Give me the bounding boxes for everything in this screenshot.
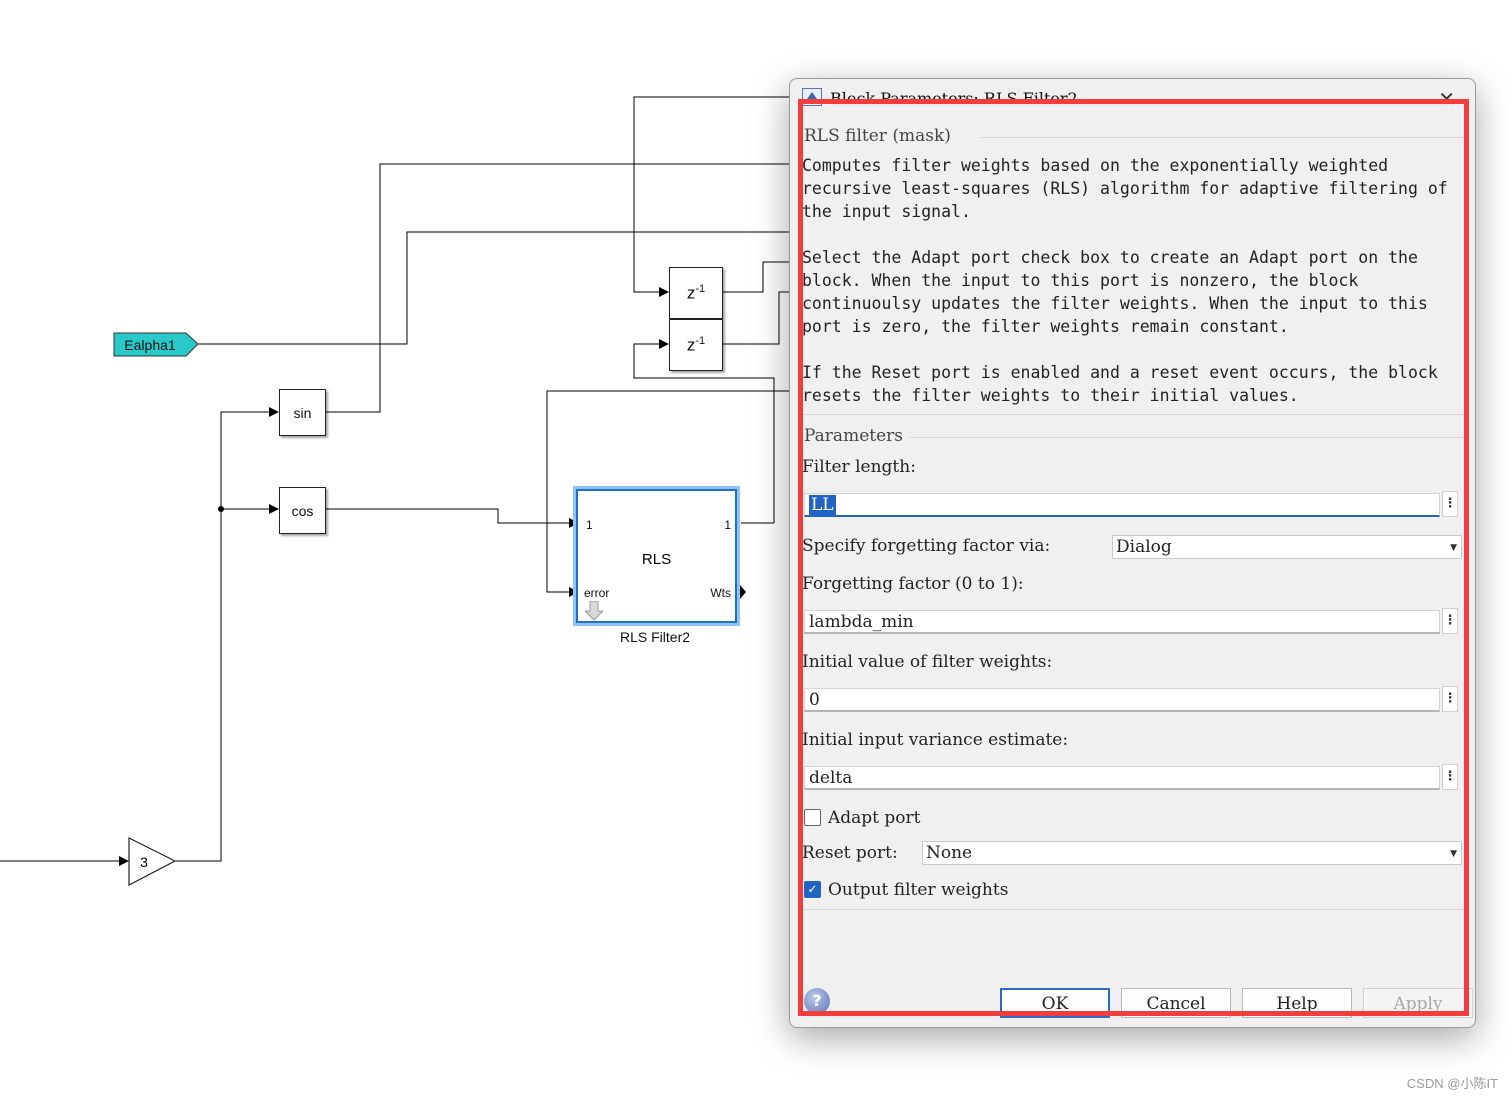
unit-delay-block-2[interactable]: z-1 [669,319,723,371]
forgetting-factor-input[interactable]: lambda_min [804,610,1440,634]
help-button[interactable]: Help [1242,988,1352,1018]
forgetting-via-dropdown[interactable]: Dialog ▼ [1112,535,1462,559]
divider [910,437,1465,438]
filter-length-label: Filter length: [802,457,916,477]
parameters-section-header: Parameters [804,426,903,446]
rls-input-1-label: 1 [586,518,593,532]
cancel-button[interactable]: Cancel [1121,988,1231,1018]
initial-variance-more-icon[interactable]: ⋮ [1442,764,1458,790]
chevron-down-icon: ▼ [1450,543,1457,553]
rls-block-name: RLS [641,551,672,568]
initial-variance-label: Initial input variance estimate: [802,730,1069,750]
gain-block-value[interactable]: 3 [131,850,157,874]
dialog-title: Block Parameters: RLS Filter2 [830,89,1078,108]
watermark: CSDN @小陈IT [1406,1076,1498,1091]
initial-weights-label: Initial value of filter weights: [802,652,1053,672]
delay-label: z-1 [686,282,706,303]
branch-point [218,506,224,512]
forgetting-factor-label: Forgetting factor (0 to 1): [802,574,1024,594]
rls-wts-port-label: Wts [710,586,731,600]
forgetting-factor-more-icon[interactable]: ⋮ [1442,608,1458,634]
rls-filter-block[interactable]: 1 error 1 Wts RLS [573,486,740,626]
rls-output-1-label: 1 [724,518,731,532]
rls-block-caption[interactable]: RLS Filter2 [620,629,690,645]
rls-error-port-label: error [584,586,610,600]
chevron-down-icon: ▼ [1450,849,1457,859]
reset-port-dropdown[interactable]: None ▼ [922,841,1462,865]
adapt-port-label[interactable]: Adapt port [828,808,921,828]
apply-button[interactable]: Apply [1363,988,1473,1018]
delay-label: z-1 [686,334,706,355]
filter-length-input[interactable]: LL [804,493,1440,517]
filter-length-more-icon[interactable]: ⋮ [1442,491,1458,517]
divider [800,414,1465,415]
output-weights-label[interactable]: Output filter weights [828,880,1008,900]
adapt-port-checkbox[interactable] [804,809,821,826]
signal-line[interactable] [326,508,579,528]
goto-block-ealpha1[interactable]: Ealpha1 [114,332,198,357]
divider [800,909,1465,910]
cos-block[interactable]: cos [279,487,326,534]
close-icon[interactable]: ✕ [1438,87,1455,111]
signal-line[interactable] [723,291,790,345]
mask-description: Computes filter weights based on the exp… [802,156,1448,405]
mask-section-header: RLS filter (mask) [804,126,951,146]
signal-line[interactable] [723,261,790,293]
output-weights-checkbox[interactable]: ✓ [804,881,821,898]
initial-variance-input[interactable]: delta [804,766,1440,790]
goto-tag-label: Ealpha1 [124,336,176,353]
reset-arrow-icon [585,601,603,621]
initial-weights-input[interactable]: 0 [804,688,1440,712]
signal-line[interactable] [175,407,279,862]
help-icon[interactable]: ? [804,988,830,1014]
sin-block[interactable]: sin [279,389,326,436]
forgetting-via-label: Specify forgetting factor via: [802,536,1051,556]
simulink-app-icon [802,88,822,106]
initial-weights-more-icon[interactable]: ⋮ [1442,686,1458,712]
cos-block-label: cos [291,502,314,519]
divider [980,137,1465,138]
sin-block-label: sin [293,404,312,421]
wts-port-arrow [740,585,746,599]
block-parameters-dialog: Block Parameters: RLS Filter2 ✕ RLS filt… [789,78,1476,1028]
unit-delay-block-1[interactable]: z-1 [669,267,723,319]
reset-port-label: Reset port: [802,843,898,863]
signal-line[interactable] [633,96,790,297]
ok-button[interactable]: OK [1000,988,1110,1018]
